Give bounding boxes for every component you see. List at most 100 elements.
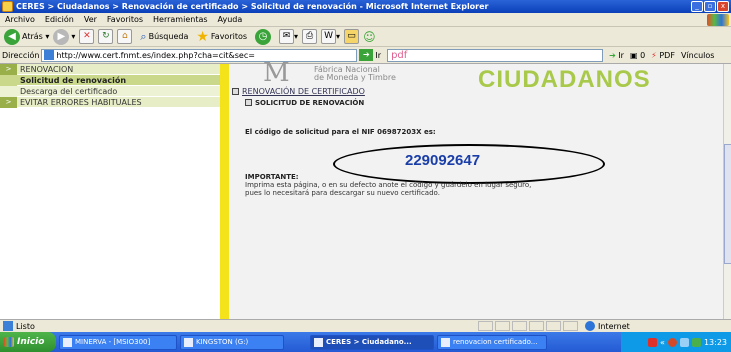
- scrollbar-thumb[interactable]: [724, 144, 731, 264]
- globe-icon: [585, 321, 595, 331]
- menu-herramientas[interactable]: Herramientas: [148, 15, 213, 24]
- sidebar-item-label: Solicitud de renovación: [20, 75, 127, 85]
- menu-ayuda[interactable]: Ayuda: [213, 15, 248, 24]
- minimize-button[interactable]: _: [691, 1, 703, 12]
- menu-edicion[interactable]: Edición: [40, 15, 79, 24]
- folder-icon: ▭: [344, 29, 360, 44]
- forward-button[interactable]: ▶ ▾: [53, 28, 75, 45]
- windows-logo-icon: [707, 14, 729, 26]
- page-content: > RENOVACION Solicitud de renovación Des…: [0, 58, 731, 319]
- main-panel: M Fábrica Nacional de Moneda y Timbre CI…: [229, 58, 723, 319]
- sidebar-marker: >: [0, 96, 17, 108]
- taskbar-item-kingston[interactable]: KINGSTON (G:): [180, 334, 284, 350]
- pdf-search-label: pdf: [391, 49, 408, 61]
- start-button[interactable]: Inicio: [0, 332, 56, 352]
- tray-expand-icon[interactable]: «: [660, 338, 665, 347]
- sidebar-item-descarga[interactable]: Descarga del certificado: [0, 85, 220, 97]
- star-icon: ★: [196, 28, 209, 45]
- close-button[interactable]: x: [717, 1, 729, 12]
- folder-button[interactable]: ▭: [344, 29, 360, 44]
- menu-favoritos[interactable]: Favoritos: [102, 15, 148, 24]
- section-banner: CIUDADANOS: [478, 66, 651, 93]
- sidebar-marker: [0, 74, 17, 86]
- tray-volume-icon[interactable]: [691, 337, 701, 347]
- menu-ver[interactable]: Ver: [79, 15, 102, 24]
- taskbar-item-minerva[interactable]: MINERVA - [MSIO300]: [59, 334, 177, 350]
- sidebar-item-solicitud[interactable]: Solicitud de renovación: [0, 74, 220, 86]
- title-bar: CERES > Ciudadanos > Renovación de certi…: [0, 0, 731, 13]
- search-button[interactable]: ⌕ Búsqueda: [140, 30, 188, 44]
- stop-icon: ✕: [79, 29, 95, 44]
- ie-icon: [314, 337, 323, 347]
- favorites-button[interactable]: ★ Favoritos: [196, 29, 247, 45]
- sidebar-marker: [0, 85, 17, 97]
- important-line-2: pues lo necesitará para descargar su nue…: [245, 189, 440, 197]
- address-bar: Dirección http://www.cert.fnmt.es/index.…: [0, 47, 731, 64]
- page-subheading: SOLICITUD DE RENOVACIÓN: [245, 99, 364, 107]
- important-heading: IMPORTANTE:: [245, 173, 299, 181]
- pdf-icon: ⚡: [651, 50, 657, 60]
- go-arrow-icon: ➔: [359, 49, 374, 61]
- menu-archivo[interactable]: Archivo: [0, 15, 40, 24]
- fnmt-name-line-2: de Moneda y Timbre: [314, 73, 396, 82]
- task-label: MINERVA - [MSIO300]: [75, 338, 151, 346]
- word-icon: W: [321, 29, 337, 44]
- sidebar-item-renovacion[interactable]: > RENOVACION: [0, 63, 220, 75]
- maximize-button[interactable]: ▫: [704, 1, 716, 12]
- go2-arrow-icon: ➔: [609, 50, 616, 60]
- start-label: Inicio: [17, 337, 45, 347]
- home-button[interactable]: ⌂: [117, 29, 133, 44]
- breadcrumb-link[interactable]: RENOVACIÓN DE CERTIFICADO: [232, 87, 365, 96]
- subheading-label: SOLICITUD DE RENOVACIÓN: [255, 99, 365, 107]
- tray-network-icon[interactable]: [667, 337, 677, 347]
- important-text: Imprima esta página, o en su defecto ano…: [245, 181, 705, 197]
- pdf-search-input[interactable]: pdf: [387, 48, 604, 62]
- history-button[interactable]: ◷: [255, 28, 273, 45]
- security-zone: Internet: [585, 321, 630, 331]
- sidebar: > RENOVACION Solicitud de renovación Des…: [0, 63, 220, 319]
- important-line-1: Imprima esta página, o en su defecto ano…: [245, 181, 532, 189]
- messenger-icon: ☺: [363, 29, 376, 44]
- pdf-button[interactable]: ⚡ PDF: [651, 51, 675, 60]
- status-panels: [478, 321, 578, 331]
- back-button[interactable]: ◀ Atrás ▾: [4, 28, 49, 45]
- page-icon: [44, 50, 55, 60]
- search-label: Búsqueda: [148, 32, 189, 41]
- vertical-scrollbar[interactable]: [723, 64, 731, 319]
- sidebar-marker: >: [0, 63, 17, 75]
- camera-icon: ▣: [629, 50, 638, 60]
- messenger-button[interactable]: ☺: [363, 30, 376, 44]
- refresh-button[interactable]: ↻: [98, 29, 114, 44]
- word-doc-icon: [441, 337, 450, 347]
- page-status-icon: [3, 321, 13, 331]
- task-label: KINGSTON (G:): [196, 338, 249, 346]
- mail-button[interactable]: ✉ ▾: [279, 29, 298, 44]
- app-icon: [63, 337, 72, 347]
- links-button[interactable]: Vínculos: [681, 51, 715, 60]
- window-title: CERES > Ciudadanos > Renovación de certi…: [16, 2, 489, 11]
- windows-flag-icon: [4, 337, 14, 347]
- print-button[interactable]: ⎙: [302, 29, 318, 44]
- sidebar-item-label: RENOVACION: [20, 64, 74, 74]
- fnmt-name: Fábrica Nacional de Moneda y Timbre: [314, 66, 396, 82]
- address-url: http://www.cert.fnmt.es/index.php?cha=ci…: [56, 50, 255, 60]
- tray-red-icon[interactable]: [648, 337, 658, 347]
- history-icon: ◷: [255, 28, 272, 45]
- tray-monitor-icon[interactable]: [679, 337, 689, 347]
- ie-icon: [2, 1, 13, 12]
- edit-button[interactable]: W ▾: [321, 29, 340, 44]
- stop-button[interactable]: ✕: [79, 29, 95, 44]
- status-text: Listo: [16, 321, 35, 331]
- drive-icon: [184, 337, 193, 347]
- sidebar-item-evitar-errores[interactable]: > EVITAR ERRORES HABITUALES: [0, 96, 220, 108]
- back-arrow-icon: ◀: [4, 28, 20, 45]
- taskbar-item-renovacion-doc[interactable]: renovacion certificado...: [437, 334, 547, 350]
- count-value: 0: [640, 50, 646, 60]
- menu-bar: Archivo Edición Ver Favoritos Herramient…: [0, 13, 731, 27]
- home-icon: ⌂: [117, 29, 133, 44]
- status-bar: Listo Internet: [0, 319, 731, 332]
- taskbar-item-ceres[interactable]: CERES > Ciudadano...: [310, 334, 434, 350]
- go-button[interactable]: ➔ Ir: [359, 49, 381, 61]
- go2-button[interactable]: ➔ Ir: [609, 51, 624, 60]
- address-input[interactable]: http://www.cert.fnmt.es/index.php?cha=ci…: [41, 48, 358, 62]
